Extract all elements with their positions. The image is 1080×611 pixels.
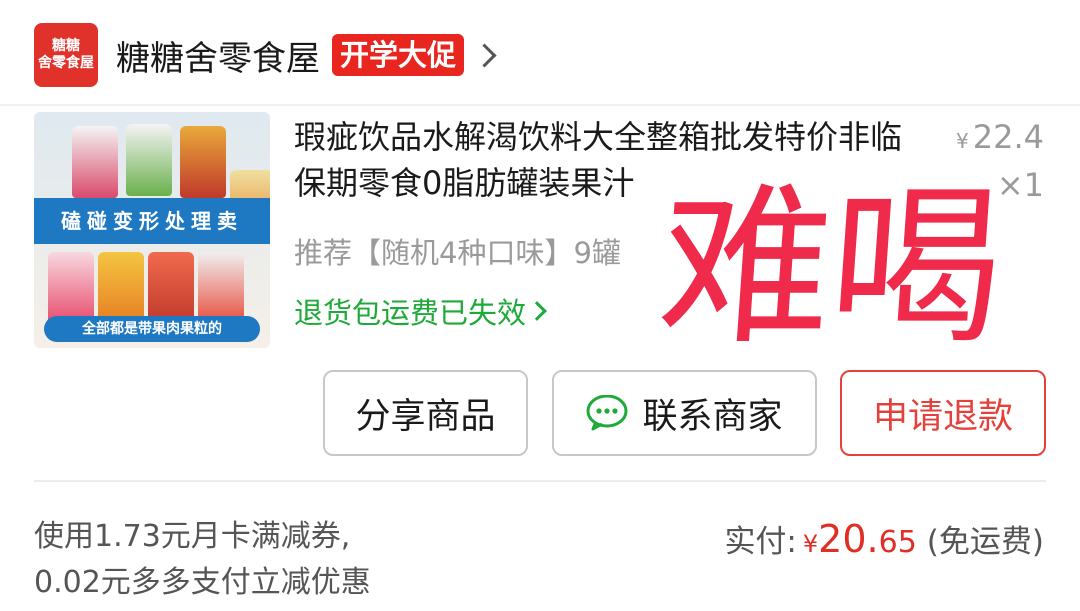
return-note-text: 退货包运费已失效 [294, 296, 527, 330]
store-logo-line1: 糖糖 [52, 38, 80, 54]
product-image-band: 磕碰变形处理卖 [34, 198, 270, 244]
paid-label: 实付: [724, 524, 797, 560]
store-name[interactable]: 糖糖舍零食屋 [116, 31, 320, 80]
contact-seller-label: 联系商家 [642, 396, 783, 437]
chat-bubble-icon [586, 395, 628, 431]
coupon-line: 0.02元多多支付立减优惠 [34, 565, 371, 600]
coupon-info: 使用1.73元月卡满减券, 0.02元多多支付立减优惠 [34, 514, 371, 606]
can-image [148, 252, 194, 324]
can-image [198, 252, 244, 324]
promo-badge: 开学大促 [332, 34, 465, 76]
request-refund-button[interactable]: 申请退款 [840, 370, 1046, 456]
paid-decimal: 65 [878, 525, 917, 560]
handwritten-annotation: 难喝 [653, 167, 1008, 368]
store-logo-line2: 舍零食屋 [38, 55, 94, 71]
chevron-right-icon [527, 301, 547, 321]
product-price: ¥22.4 [956, 118, 1044, 156]
divider [34, 480, 1046, 482]
paid-amount: 实付: ¥ 20. 65 (免运费) [724, 516, 1044, 561]
can-image [98, 252, 144, 324]
divider [0, 104, 1080, 106]
order-card: 糖糖 舍零食屋 糖糖舍零食屋 开学大促 磕碰变形处理卖 全部都是带果肉果粒的 瑕… [0, 0, 1080, 611]
can-image [48, 252, 94, 324]
paid-symbol: ¥ [802, 530, 819, 558]
price-value: 22.4 [972, 118, 1044, 156]
product-image-caption: 全部都是带果肉果粒的 [44, 316, 260, 342]
price-symbol: ¥ [956, 129, 969, 153]
can-image [180, 126, 226, 198]
can-image [126, 124, 172, 196]
coupon-line: 使用1.73元月卡满减券, [34, 519, 351, 554]
product-spec: 推荐【随机4种口味】9罐 [294, 236, 621, 270]
chevron-right-icon[interactable] [472, 42, 497, 68]
store-header[interactable]: 糖糖 舍零食屋 糖糖舍零食屋 开学大促 [34, 22, 497, 88]
product-image[interactable]: 磕碰变形处理卖 全部都是带果肉果粒的 [34, 112, 270, 348]
contact-seller-button[interactable]: 联系商家 [552, 370, 817, 456]
share-product-button[interactable]: 分享商品 [323, 370, 528, 456]
can-image [72, 126, 118, 198]
store-logo[interactable]: 糖糖 舍零食屋 [34, 23, 98, 87]
shipping-note: (免运费) [926, 524, 1044, 560]
return-shipping-link[interactable]: 退货包运费已失效 [294, 290, 547, 332]
paid-integer: 20. [818, 517, 879, 561]
